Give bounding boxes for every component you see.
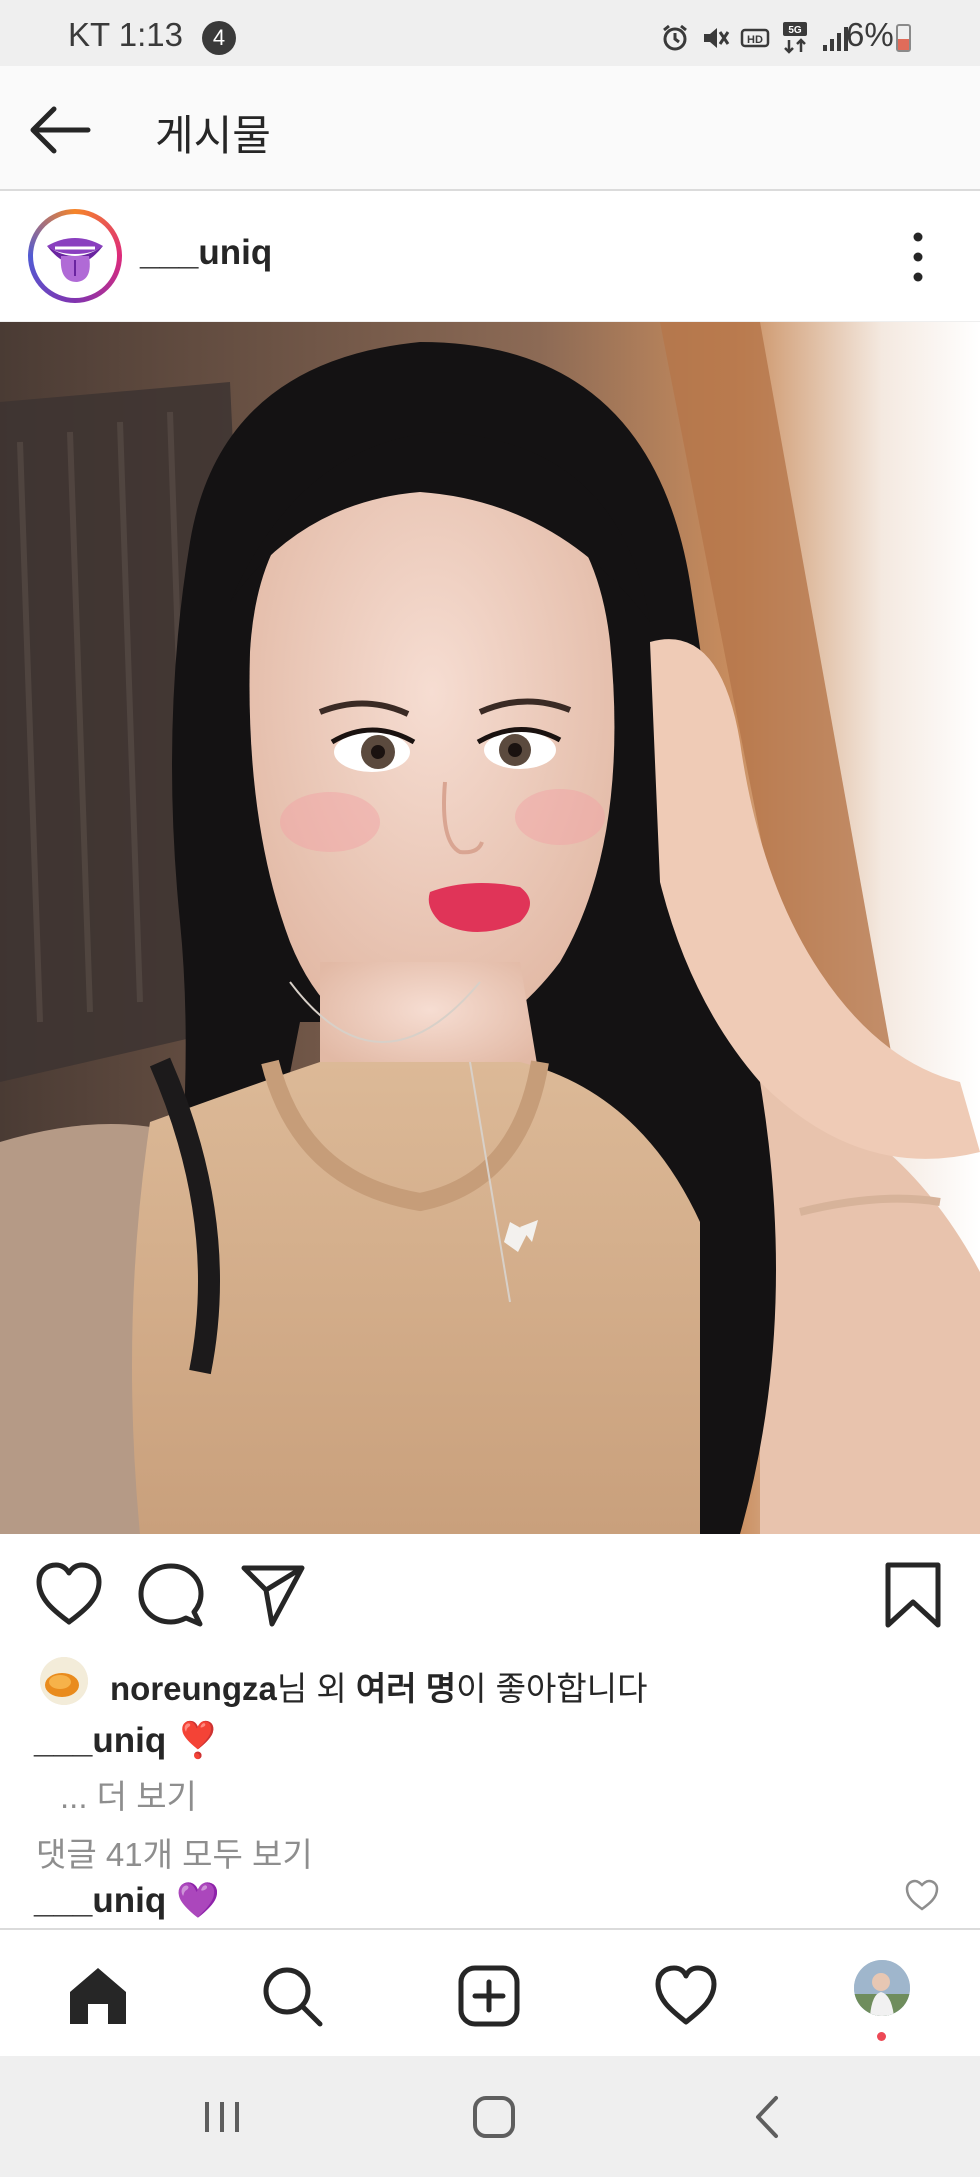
comment-like-icon[interactable] [904,1878,940,1912]
heart-outline-icon[interactable] [34,1560,104,1630]
home-button-icon[interactable] [469,2094,519,2140]
bookmark-icon[interactable] [878,1560,948,1630]
vertical-dots-icon[interactable] [900,229,936,285]
post-author-avatar[interactable] [28,209,122,303]
view-all-comments-link[interactable]: 댓글 41개 모두 보기 [36,1828,313,1876]
caption: ___uniq ❣️ [34,1720,220,1761]
arrow-left-icon[interactable] [28,102,92,158]
search-icon[interactable] [260,1964,324,2028]
likes-others[interactable]: 여러 명 [356,1670,456,1707]
carrier-time: KT 1:13 [68,16,183,53]
likes-text: noreungza님 외 여러 명이 좋아합니다 [110,1670,648,1707]
caption-text: ❣️ [176,1721,220,1760]
status-icons: HD 5G [660,20,850,56]
caption-username[interactable]: ___uniq [34,1721,166,1760]
notification-dot [877,2032,886,2041]
battery-percent: 6% [846,16,894,53]
comment-item: ___uniq 💜 [34,1880,220,1921]
battery-icon [896,24,911,52]
activity-heart-icon[interactable] [654,1964,718,2028]
more-link[interactable]: ... 더 보기 [60,1770,197,1818]
comment-username[interactable]: ___uniq [34,1881,166,1920]
liker-avatar [40,1657,88,1705]
post-actions [0,1534,980,1654]
hd-icon: HD [740,28,770,48]
mute-icon [704,28,730,48]
svg-text:5G: 5G [788,25,802,36]
liker-username[interactable]: noreungza [110,1670,277,1707]
recent-apps-icon[interactable] [197,2094,247,2140]
status-bar: KT 1:13 4 HD 5G 6% [0,0,980,66]
add-post-icon[interactable] [457,1964,521,2028]
svg-text:HD: HD [747,34,763,46]
5g-icon: 5G [783,22,807,54]
back-icon[interactable] [744,2094,794,2140]
bottom-navigation [0,1928,980,2056]
notification-count-badge: 4 [202,21,236,55]
post-username[interactable]: ___uniq [140,233,272,273]
lips-tongue-logo-icon [47,238,103,282]
likes-row[interactable]: noreungza님 외 여러 명이 좋아합니다 [0,1652,980,1708]
paper-plane-icon[interactable] [238,1560,308,1630]
selfie-photo [0,322,980,1534]
home-icon[interactable] [66,1964,130,2028]
profile-avatar[interactable] [854,1960,910,2016]
system-navigation-bar [0,2056,980,2177]
post-image[interactable] [0,322,980,1534]
page-title: 게시물 [155,112,271,159]
alarm-icon [663,24,687,51]
top-header: 게시물 [0,66,980,191]
comment-text: 💜 [176,1881,220,1920]
comment-bubble-icon[interactable] [136,1560,206,1630]
post-header: ___uniq [0,191,980,322]
